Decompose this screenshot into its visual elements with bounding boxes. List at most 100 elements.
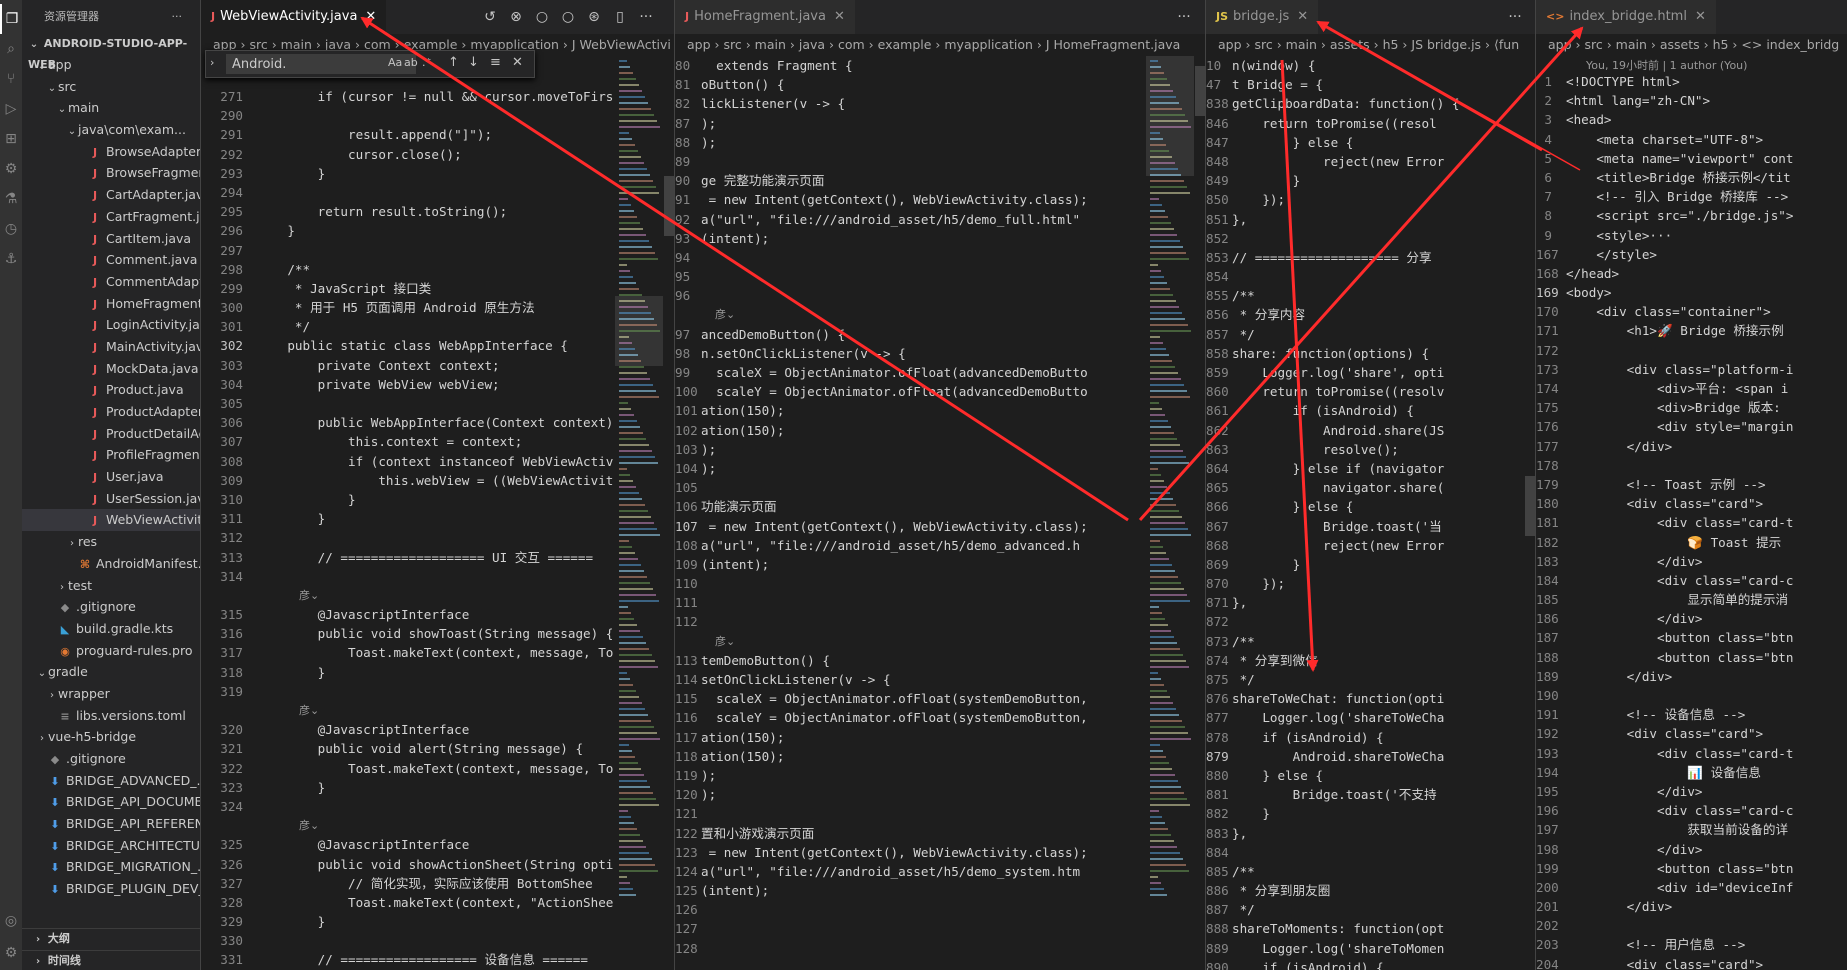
more-actions-icon[interactable]: ··· <box>633 0 659 34</box>
previous-match-icon[interactable]: ↑ <box>448 55 459 70</box>
tab-homefragment[interactable]: J HomeFragment.java ✕ <box>675 0 856 34</box>
timeline-section[interactable]: › 时间线 <box>22 950 200 970</box>
close-find-icon[interactable]: ✕ <box>512 55 523 70</box>
tree-item[interactable]: › res <box>22 531 200 553</box>
vertical-scrollbar[interactable] <box>1524 56 1535 970</box>
tree-item[interactable]: J CartItem.java <box>22 228 200 250</box>
tree-item[interactable]: ⌄ java\com\exam... <box>22 119 200 141</box>
tab-webviewactivity[interactable]: J WebViewActivity.java ✕ <box>201 0 388 34</box>
extensions-icon[interactable]: ⊞ <box>0 124 22 154</box>
minimap[interactable] <box>615 56 663 970</box>
codelens-author[interactable]: 彦⌄ <box>675 632 1146 651</box>
tree-item[interactable]: ⌄ app <box>22 54 200 76</box>
tree-item[interactable]: J BrowseFragmen... <box>22 162 200 184</box>
breadcrumb[interactable]: app › src › main › assets › h5 › <> inde… <box>1536 34 1847 56</box>
tree-item[interactable]: ◆ .gitignore <box>22 596 200 618</box>
tree-item[interactable]: ⬇ BRIDGE_API_DOCUME... <box>22 791 200 813</box>
tree-item[interactable]: ◆ .gitignore <box>22 748 200 770</box>
revert-icon[interactable]: ↺ <box>477 0 503 34</box>
code-area[interactable]: 1 <!DOCTYPE html> 2 <html lang="zh-CN"> 3 <he… <box>1536 72 1847 970</box>
tree-item[interactable]: ⬇ BRIDGE_API_REFEREN... <box>22 813 200 835</box>
codelens-author[interactable]: 彦⌄ <box>201 586 615 605</box>
tree-item[interactable]: ⌄ main <box>22 97 200 119</box>
tree-item[interactable]: J CartFragment.java <box>22 206 200 228</box>
tree-item[interactable]: J CommentAdapt... <box>22 271 200 293</box>
tree-item[interactable]: ◉ proguard-rules.pro <box>22 640 200 662</box>
next-change-icon[interactable]: ○ <box>555 0 581 34</box>
explorer-more-button[interactable]: ··· <box>172 0 183 34</box>
run-debug-icon[interactable]: ▷ <box>0 94 22 124</box>
outline-section[interactable]: › 大纲 <box>22 928 200 948</box>
testing-icon[interactable]: ⚗ <box>0 184 22 214</box>
prev-change-icon[interactable]: ○ <box>529 0 555 34</box>
more-actions-icon[interactable]: ··· <box>1171 0 1197 34</box>
tree-item[interactable]: J Product.java <box>22 379 200 401</box>
timeline-icon[interactable]: ◷ <box>0 214 22 244</box>
tree-item[interactable]: J Comment.java <box>22 249 200 271</box>
find-in-selection-icon[interactable]: ≡ <box>490 55 501 70</box>
tree-item[interactable]: ⬇ BRIDGE_PLUGIN_DEV_... <box>22 878 200 900</box>
code-area[interactable]: 10 n(window) {47 t Bridge = {838 getClipboa… <box>1206 56 1524 970</box>
tree-item[interactable]: J ProductAdapter.... <box>22 401 200 423</box>
codelens-author[interactable]: 彦⌄ <box>201 701 615 720</box>
manage-gear-icon[interactable]: ⚙ <box>0 938 22 968</box>
chevron-right-icon[interactable]: › <box>210 56 214 69</box>
tab-bridge-js[interactable]: JS bridge.js ✕ <box>1206 0 1320 34</box>
tab-index-bridge-html[interactable]: <> index_bridge.html ✕ <box>1536 0 1717 34</box>
minimap-slider[interactable] <box>1146 56 1194 176</box>
tree-item[interactable]: J ProductDetailAc... <box>22 423 200 445</box>
code-area[interactable]: 271 if (cursor != null && cursor.moveToF… <box>201 87 615 970</box>
whole-word-icon[interactable]: ab <box>404 56 418 69</box>
search-icon[interactable]: ⌕ <box>0 34 22 64</box>
workspace-root[interactable]: ⌄ ANDROID-STUDIO-APP-WEB <box>22 34 200 71</box>
codelens-author[interactable]: 彦⌄ <box>675 305 1146 324</box>
tree-item[interactable]: J LoginActivity.java <box>22 314 200 336</box>
docker-icon[interactable]: ⚓ <box>0 244 22 274</box>
account-icon[interactable]: ◎ <box>0 906 22 936</box>
tree-item[interactable]: › test <box>22 575 200 597</box>
tree-item[interactable]: ⌘ AndroidManifest... <box>22 553 200 575</box>
codelens-author[interactable]: 彦⌄ <box>201 816 615 835</box>
toggle-icon[interactable]: ⊗ <box>503 0 529 34</box>
tree-item[interactable]: ⌄ gradle <box>22 661 200 683</box>
explorer-icon[interactable]: ❐ <box>0 4 22 34</box>
source-control-icon[interactable]: ⑂ <box>0 64 22 94</box>
match-case-icon[interactable]: Aa <box>388 56 402 69</box>
tree-item[interactable]: J MockData.java <box>22 358 200 380</box>
close-icon[interactable]: ✕ <box>834 9 845 24</box>
vertical-scrollbar[interactable] <box>1194 56 1205 970</box>
close-icon[interactable]: ✕ <box>1297 9 1308 24</box>
tree-item[interactable]: ⬇ BRIDGE_ARCHITECTU... <box>22 835 200 857</box>
tree-item[interactable]: › vue-h5-bridge <box>22 726 200 748</box>
tree-item[interactable]: ⬇ BRIDGE_MIGRATION_... <box>22 856 200 878</box>
minimap[interactable] <box>1146 56 1194 970</box>
tree-item[interactable]: ◣ build.gradle.kts <box>22 618 200 640</box>
code-area[interactable]: 80 extends Fragment {81 oButton() {82 lick… <box>675 56 1146 958</box>
tree-item[interactable]: J CartAdapter.java <box>22 184 200 206</box>
close-icon[interactable]: ✕ <box>365 9 376 24</box>
scrollbar-thumb[interactable] <box>1195 66 1205 116</box>
run-icon[interactable]: ⊛ <box>581 0 607 34</box>
tree-item[interactable]: J User.java <box>22 466 200 488</box>
tree-item[interactable]: J ProfileFragment.... <box>22 444 200 466</box>
tree-item[interactable]: ⌄ src <box>22 76 200 98</box>
scrollbar-thumb[interactable] <box>1525 476 1535 536</box>
breadcrumb[interactable]: app › src › main › assets › h5 › JS brid… <box>1206 34 1535 56</box>
regex-icon[interactable]: .* <box>422 56 431 69</box>
scrollbar-thumb[interactable] <box>664 176 674 236</box>
more-actions-icon[interactable]: ··· <box>1502 0 1528 34</box>
tree-item[interactable]: ≡ libs.versions.toml <box>22 705 200 727</box>
tree-item[interactable]: J WebViewActivit... <box>22 509 200 532</box>
tree-item[interactable]: J BrowseAdapter.j... <box>22 141 200 163</box>
tree-item[interactable]: J UserSession.java <box>22 488 200 510</box>
split-editor-icon[interactable]: ▯ <box>607 0 633 34</box>
tree-item[interactable]: J MainActivity.java <box>22 336 200 358</box>
breadcrumb[interactable]: app › src › main › java › com › example … <box>675 34 1205 56</box>
tree-item[interactable]: ⬇ BRIDGE_ADVANCED_... <box>22 770 200 792</box>
remote-icon[interactable]: ⚙ <box>0 154 22 184</box>
vertical-scrollbar[interactable] <box>663 56 674 970</box>
tree-item[interactable]: › wrapper <box>22 683 200 705</box>
close-icon[interactable]: ✕ <box>1695 9 1706 24</box>
next-match-icon[interactable]: ↓ <box>468 55 479 70</box>
tree-item[interactable]: J HomeFragment.... <box>22 293 200 315</box>
